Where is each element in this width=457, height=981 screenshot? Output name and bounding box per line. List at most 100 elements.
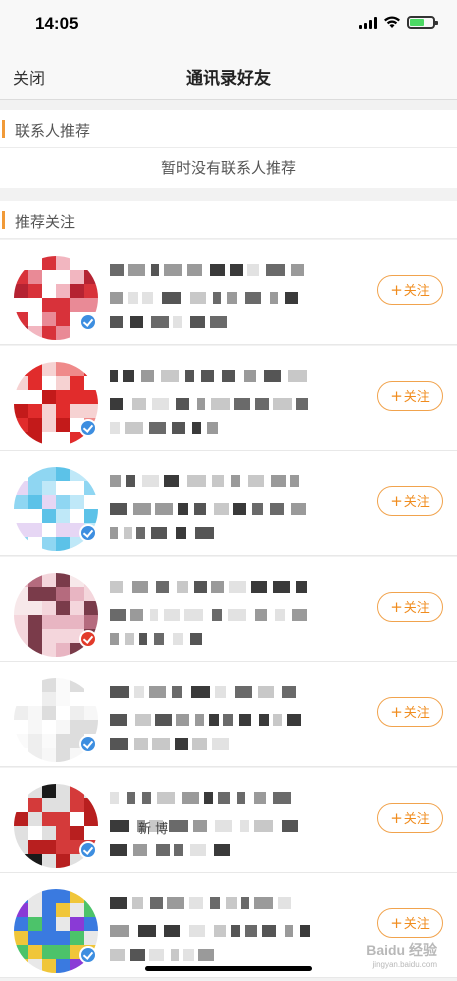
pixelated-name <box>215 686 226 698</box>
pixelated-description <box>273 714 282 726</box>
pixelated-description <box>176 714 189 726</box>
pixelated-description <box>227 292 237 304</box>
pixelated-name <box>134 686 144 698</box>
pixelated-description <box>156 843 170 856</box>
pixelated-description <box>287 714 301 726</box>
pixelated-description <box>195 527 214 539</box>
pixelated-description <box>254 819 273 832</box>
pixelated-description <box>207 421 218 434</box>
pixelated-name <box>231 475 240 487</box>
pixelated-name <box>164 475 179 487</box>
follow-button[interactable]: +关注 <box>377 380 443 411</box>
pixelated-name <box>229 580 246 593</box>
pixelated-description <box>215 819 232 832</box>
pixelated-description <box>134 738 148 750</box>
pixelated-description <box>176 397 189 410</box>
pixelated-name <box>191 686 210 698</box>
pixelated-name <box>210 897 220 909</box>
verified-badge-icon <box>79 313 97 331</box>
pixelated-description <box>189 925 205 937</box>
nav-bar: 关闭 通讯录好友 <box>0 50 457 100</box>
follow-button[interactable]: +关注 <box>377 697 443 727</box>
pixelated-description <box>152 738 170 750</box>
pixelated-name <box>194 580 207 593</box>
follow-button[interactable]: +关注 <box>377 908 443 938</box>
section-header: 联系人推荐 <box>0 110 457 148</box>
pixelated-description <box>190 316 205 328</box>
pixelated-description <box>128 292 138 304</box>
pixelated-description <box>210 316 227 328</box>
recommend-row[interactable]: +关注 <box>0 451 457 556</box>
pixelated-name <box>254 897 273 909</box>
follow-label: 关注 <box>403 284 430 299</box>
pixelated-description <box>262 925 276 937</box>
plus-icon: + <box>390 808 403 827</box>
pixelated-name <box>291 264 304 276</box>
pixelated-name <box>244 369 256 382</box>
section-accent-bar <box>2 211 5 229</box>
pixelated-description <box>130 608 143 621</box>
plus-icon: + <box>390 914 403 932</box>
pixelated-name <box>247 264 259 276</box>
follow-label: 关注 <box>403 495 430 510</box>
pixelated-name <box>226 897 237 909</box>
pixelated-name <box>182 791 199 804</box>
pixelated-description <box>174 843 183 856</box>
verified-badge-icon <box>79 946 97 964</box>
pixelated-description <box>270 292 278 304</box>
pixelated-description <box>223 714 233 726</box>
follow-button[interactable]: +关注 <box>377 802 443 833</box>
plus-icon: + <box>390 597 403 616</box>
pixelated-name <box>258 686 274 698</box>
wifi-icon <box>384 16 400 28</box>
pixelated-name <box>288 369 307 382</box>
pixelated-description <box>169 819 188 832</box>
pixelated-description <box>150 608 158 621</box>
recommend-row[interactable]: +关注 <box>0 345 457 451</box>
section-accent-bar <box>2 120 5 138</box>
pixelated-description <box>233 503 246 515</box>
follow-label: 关注 <box>403 389 430 405</box>
pixelated-description <box>190 632 202 645</box>
pixelated-description <box>176 527 186 539</box>
empty-state-text: 暂时没有联系人推荐 <box>160 159 296 177</box>
battery-charging-icon <box>407 16 438 29</box>
pixelated-description <box>162 292 181 304</box>
pixelated-description <box>110 503 127 515</box>
pixelated-description <box>197 397 205 410</box>
pixelated-description <box>155 714 172 726</box>
pixelated-description <box>214 925 226 937</box>
pixelated-name <box>142 791 151 804</box>
pixelated-description <box>110 949 125 961</box>
follow-button[interactable]: +关注 <box>377 486 443 516</box>
section-title: 联系人推荐 <box>15 122 91 140</box>
pixelated-description <box>213 292 221 304</box>
pixelated-name <box>161 369 179 382</box>
pixelated-description <box>234 397 250 410</box>
pixelated-description <box>172 421 185 434</box>
pixelated-name <box>235 686 252 698</box>
pixelated-description <box>245 925 257 937</box>
pixelated-description <box>273 397 292 410</box>
pixelated-name <box>172 686 182 698</box>
pixelated-description <box>192 421 201 434</box>
pixelated-name <box>248 475 264 487</box>
pixelated-description <box>275 608 285 621</box>
pixelated-description <box>133 843 147 856</box>
pixelated-name <box>290 475 299 487</box>
follow-button[interactable]: +关注 <box>377 275 443 305</box>
pixelated-description <box>198 949 214 961</box>
pixelated-description <box>110 421 120 434</box>
recommend-row[interactable]: +关注 <box>0 240 457 345</box>
pixelated-name <box>156 580 169 593</box>
pixelated-description <box>110 738 128 750</box>
pixelated-name <box>177 580 188 593</box>
follow-button[interactable]: +关注 <box>377 591 443 622</box>
plus-icon: + <box>390 703 403 721</box>
pixelated-description <box>164 608 180 621</box>
recommend-row[interactable]: +关注 <box>0 556 457 662</box>
recommend-row[interactable]: 新 博 +关注 <box>0 767 457 873</box>
pixelated-description <box>110 608 126 621</box>
recommend-row[interactable]: +关注 <box>0 662 457 767</box>
watermark-sub: jingyan.baidu.com <box>372 960 437 969</box>
